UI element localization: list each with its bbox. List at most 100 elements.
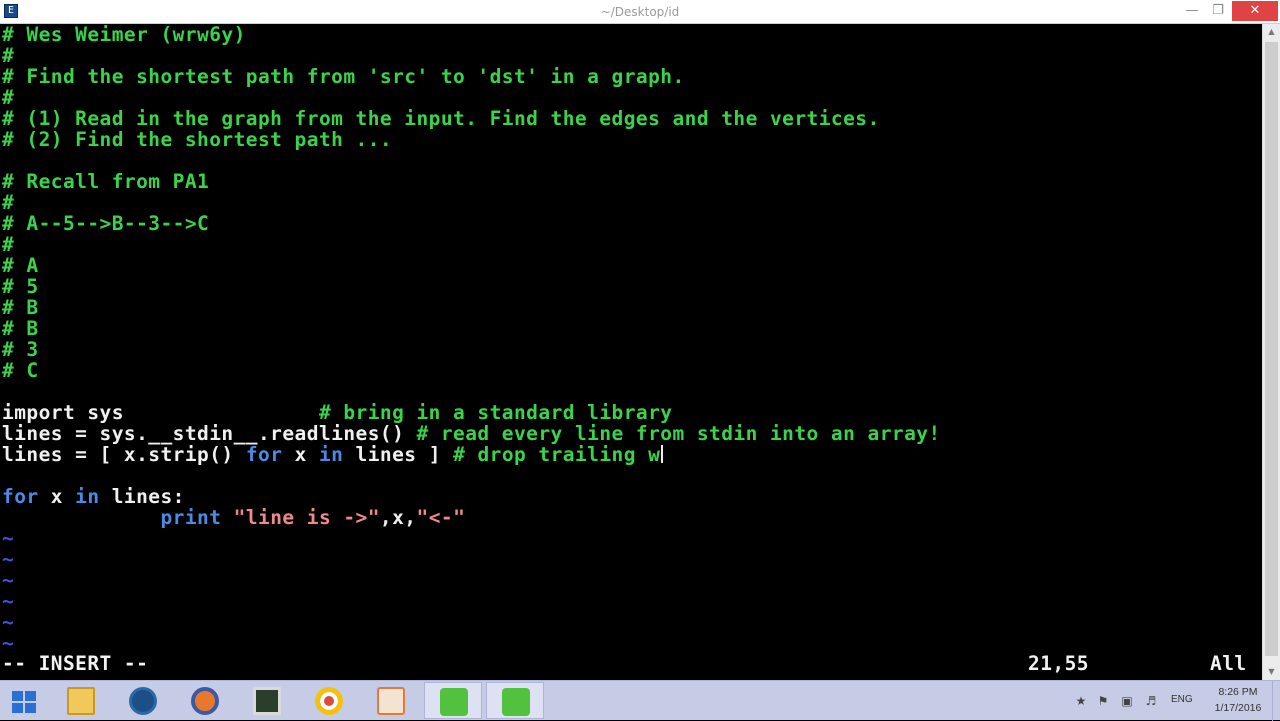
- taskbar-steam[interactable]: [114, 682, 172, 719]
- show-desktop-button[interactable]: [1272, 681, 1280, 721]
- code-line[interactable]: #: [2, 234, 14, 255]
- code-token: ~: [2, 569, 15, 592]
- cygwin-icon: [502, 688, 530, 716]
- code-line[interactable]: for x in lines:: [2, 486, 185, 507]
- scroll-indicator: All: [1210, 652, 1247, 675]
- code-token: # B: [2, 317, 39, 340]
- code-line[interactable]: # (1) Read in the graph from the input. …: [2, 108, 880, 129]
- code-token: # 3: [2, 338, 39, 361]
- empty-buffer-line[interactable]: ~: [2, 549, 14, 570]
- code-token: lines:: [99, 485, 185, 508]
- tray-network-share-icon[interactable]: ★: [1074, 694, 1088, 708]
- code-line[interactable]: # 5: [2, 276, 39, 297]
- empty-buffer-line[interactable]: ~: [2, 633, 14, 654]
- minimize-button[interactable]: —: [1180, 0, 1204, 22]
- code-line[interactable]: print "line is ->",x,"<-": [2, 507, 465, 528]
- tray-flag-icon[interactable]: ⚑: [1096, 694, 1110, 708]
- code-line[interactable]: lines = [ x.strip() for x in lines ] # d…: [2, 443, 664, 466]
- code-token: # Wes Weimer (wrw6y): [2, 24, 246, 46]
- code-token: # Find the shortest path from 'src' to '…: [2, 65, 685, 88]
- code-token: #: [2, 86, 15, 109]
- close-button[interactable]: ✕: [1232, 1, 1278, 21]
- title-bar: E ~/Desktop/id — ❐ ✕: [0, 0, 1280, 24]
- code-token: #: [2, 191, 15, 214]
- code-token: ~: [2, 527, 15, 550]
- code-line[interactable]: import sys # bring in a standard library: [2, 402, 672, 423]
- code-token: for: [2, 485, 39, 508]
- code-token: # B: [2, 296, 39, 319]
- start-button[interactable]: [0, 682, 58, 719]
- code-line[interactable]: lines = sys.__stdin__.readlines() # read…: [2, 423, 941, 444]
- code-token: # A: [2, 254, 39, 277]
- scroll-down-icon[interactable]: ▼: [1263, 664, 1280, 680]
- code-line[interactable]: # A--5-->B--3-->C: [2, 213, 209, 234]
- code-token: in: [75, 485, 100, 508]
- window-title: ~/Desktop/id: [600, 5, 680, 19]
- taskbar-terminal[interactable]: [238, 682, 296, 719]
- taskbar-cygwin-1[interactable]: [424, 682, 482, 719]
- steam-icon: [129, 687, 157, 715]
- paint-icon: [377, 687, 405, 715]
- code-token: # (1) Read in the graph from the input. …: [2, 107, 880, 130]
- code-token: x: [282, 443, 319, 466]
- maximize-button[interactable]: ❐: [1206, 0, 1230, 22]
- taskbar-firefox[interactable]: [176, 682, 234, 719]
- cursor-position: 21,55: [1028, 652, 1089, 675]
- code-line[interactable]: #: [2, 87, 14, 108]
- code-line[interactable]: #: [2, 45, 14, 66]
- code-token: in: [318, 443, 344, 466]
- terminal-icon: [253, 687, 281, 715]
- code-line[interactable]: # (2) Find the shortest path ...: [2, 129, 392, 150]
- code-line[interactable]: # C: [2, 360, 39, 381]
- code-token: # Recall from PA1: [2, 170, 210, 193]
- code-line[interactable]: # B: [2, 297, 39, 318]
- input-language[interactable]: ENG: [1171, 694, 1193, 705]
- tray-volume-icon[interactable]: ♬: [1144, 694, 1158, 708]
- taskbar: ★ ⚑ ▣ ♬ ENG 8:26 PM 1/17/2016: [0, 680, 1280, 721]
- empty-buffer-line[interactable]: ~: [2, 612, 14, 633]
- mode-indicator: -- INSERT --: [2, 652, 149, 675]
- empty-buffer-line[interactable]: ~: [2, 591, 14, 612]
- taskbar-chrome[interactable]: [300, 682, 358, 719]
- empty-buffer-line[interactable]: ~: [2, 528, 14, 549]
- code-token: lines ]: [343, 443, 454, 466]
- code-line[interactable]: #: [2, 192, 14, 213]
- code-token: # read every line from stdin into an arr…: [416, 422, 941, 445]
- code-token: # C: [2, 359, 39, 382]
- taskbar-cygwin-2[interactable]: [486, 682, 544, 719]
- code-token: for: [245, 443, 283, 466]
- code-token: # 5: [2, 275, 39, 298]
- file-explorer-icon: [67, 687, 95, 715]
- cygwin-icon: [440, 688, 468, 716]
- code-token: lines = [ x.strip(): [2, 443, 246, 466]
- empty-buffer-line[interactable]: ~: [2, 570, 14, 591]
- code-line[interactable]: # Find the shortest path from 'src' to '…: [2, 66, 685, 87]
- code-token: ~: [2, 548, 15, 571]
- code-token: "line is ->": [233, 506, 380, 529]
- code-line[interactable]: # B: [2, 318, 39, 339]
- code-token: # A--5-->B--3-->C: [2, 212, 210, 235]
- code-line[interactable]: # A: [2, 255, 39, 276]
- code-token: ~: [2, 611, 15, 634]
- taskbar-paint[interactable]: [362, 682, 420, 719]
- code-token: #: [2, 233, 15, 256]
- code-token: ,x,: [379, 506, 417, 529]
- scroll-thumb[interactable]: [1265, 42, 1278, 656]
- scroll-up-icon[interactable]: ▲: [1263, 24, 1280, 40]
- code-line[interactable]: # 3: [2, 339, 39, 360]
- code-line[interactable]: # Recall from PA1: [2, 171, 209, 192]
- code-token: print: [160, 506, 222, 529]
- vertical-scrollbar[interactable]: ▲ ▼: [1262, 24, 1280, 680]
- code-token: import sys: [2, 401, 319, 424]
- taskbar-file-explorer[interactable]: [52, 682, 110, 719]
- chrome-icon: [315, 687, 343, 715]
- clock-time[interactable]: 8:26 PM: [1212, 686, 1264, 698]
- tray-display-icon[interactable]: ▣: [1120, 694, 1134, 708]
- code-token: ~: [2, 590, 15, 613]
- code-token: #: [2, 44, 15, 67]
- vim-editor[interactable]: # Wes Weimer (wrw6y) # # Find the shortest…: [0, 24, 1262, 680]
- clock-date[interactable]: 1/17/2016: [1210, 702, 1266, 714]
- code-line[interactable]: # Wes Weimer (wrw6y): [2, 24, 246, 45]
